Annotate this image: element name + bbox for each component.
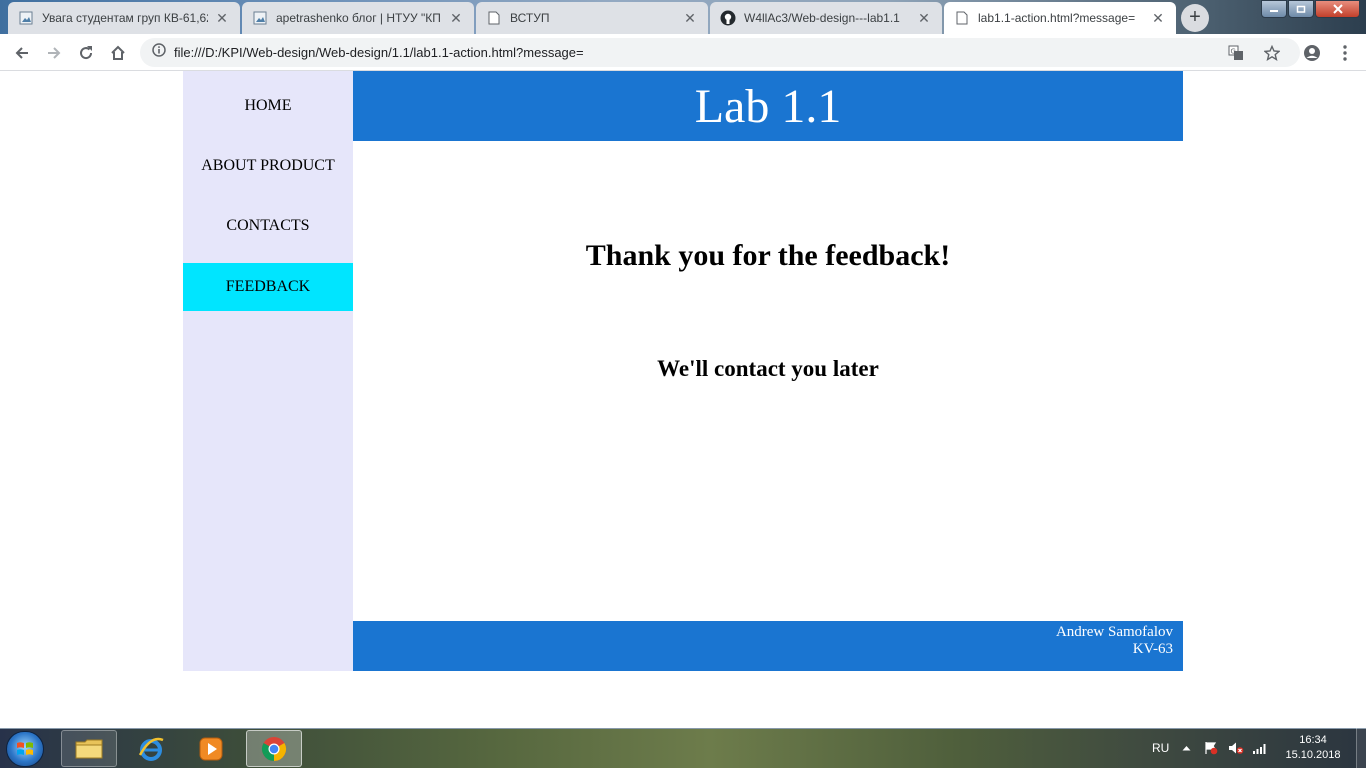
nav-item-label: HOME <box>244 97 292 114</box>
close-icon[interactable]: ✕ <box>916 10 932 27</box>
close-window-button[interactable] <box>1315 0 1360 18</box>
reload-icon[interactable] <box>72 39 100 67</box>
home-icon[interactable] <box>104 39 132 67</box>
address-url: file:///D:/KPI/Web-design/Web-design/1.1… <box>174 45 584 60</box>
browser-tab[interactable]: Увага студентам груп КВ-61,62 ✕ <box>8 2 240 34</box>
close-icon[interactable]: ✕ <box>1150 10 1166 27</box>
new-tab-button[interactable]: + <box>1181 4 1209 32</box>
browser-tabstrip: Увага студентам груп КВ-61,62 ✕ apetrash… <box>0 0 1366 34</box>
forward-icon[interactable] <box>40 39 68 67</box>
footer-group: KV-63 <box>1132 641 1173 657</box>
footer-author: Andrew Samofalov <box>1055 624 1173 640</box>
show-desktop-button[interactable] <box>1356 728 1366 768</box>
browser-tab[interactable]: ВСТУП ✕ <box>476 2 708 34</box>
language-indicator[interactable]: RU <box>1152 728 1169 768</box>
nav-item-about-product[interactable]: ABOUT PRODUCT <box>183 142 353 190</box>
browser-tab[interactable]: apetrashenko блог | НТУУ "КПІ ✕ <box>242 2 474 34</box>
address-bar[interactable]: file:///D:/KPI/Web-design/Web-design/1.1… <box>140 38 1300 67</box>
minimize-button[interactable] <box>1261 0 1287 18</box>
internet-explorer-icon[interactable] <box>123 730 179 767</box>
page-title: Lab 1.1 <box>694 79 842 133</box>
nav-item-label: ABOUT PRODUCT <box>201 157 335 174</box>
profile-icon[interactable] <box>1298 39 1326 67</box>
nav-item-home[interactable]: HOME <box>183 82 353 130</box>
browser-tab-active[interactable]: lab1.1-action.html?message= ✕ <box>944 2 1176 34</box>
page-footer: Andrew Samofalov KV-63 <box>353 621 1183 671</box>
media-player-icon[interactable] <box>183 730 239 767</box>
window-controls <box>1260 0 1360 18</box>
taskbar-clock[interactable]: 16:34 15.10.2018 <box>1278 733 1348 763</box>
language-label: RU <box>1152 741 1170 755</box>
feedback-subheading: We'll contact you later <box>657 356 879 381</box>
nav-item-contacts[interactable]: CONTACTS <box>183 202 353 250</box>
image-file-icon <box>252 10 268 26</box>
browser-tab[interactable]: W4llAc3/Web-design---lab1.1 ✕ <box>710 2 942 34</box>
close-icon[interactable]: ✕ <box>214 10 230 27</box>
start-orb-icon[interactable] <box>6 731 44 767</box>
explorer-folder-icon[interactable] <box>61 730 117 767</box>
sidebar-nav: HOME ABOUT PRODUCT CONTACTS FEEDBACK <box>183 71 353 671</box>
clock-time: 16:34 <box>1299 734 1327 746</box>
document-icon <box>954 10 970 26</box>
image-file-icon <box>18 10 34 26</box>
main-content: Thank you for the feedback! We'll contac… <box>353 141 1183 621</box>
clock-date: 15.10.2018 <box>1285 749 1341 761</box>
page-header: Lab 1.1 <box>353 71 1183 141</box>
network-signal-icon[interactable] <box>1252 728 1268 768</box>
translate-icon[interactable]: G <box>1222 39 1250 67</box>
tab-title: ВСТУП <box>510 11 550 25</box>
close-icon[interactable]: ✕ <box>448 10 464 27</box>
info-icon[interactable] <box>152 43 166 62</box>
menu-icon[interactable] <box>1331 39 1359 67</box>
bookmark-star-icon[interactable] <box>1258 39 1286 67</box>
nav-item-feedback[interactable]: FEEDBACK <box>183 263 353 311</box>
svg-text:G: G <box>1231 48 1236 56</box>
chrome-icon[interactable] <box>246 730 302 767</box>
nav-item-label: FEEDBACK <box>225 278 311 295</box>
feedback-heading: Thank you for the feedback! <box>585 239 951 272</box>
action-center-flag-icon[interactable] <box>1204 728 1218 768</box>
document-icon <box>486 10 502 26</box>
tab-title: Увага студентам груп КВ-61,62 <box>42 11 208 25</box>
tab-title: apetrashenko блог | НТУУ "КПІ <box>276 11 442 25</box>
maximize-button[interactable] <box>1288 0 1314 18</box>
tray-expand-icon[interactable] <box>1182 728 1191 768</box>
github-icon <box>720 10 736 26</box>
browser-toolbar: file:///D:/KPI/Web-design/Web-design/1.1… <box>0 34 1366 71</box>
volume-muted-icon[interactable] <box>1228 728 1244 768</box>
nav-item-label: CONTACTS <box>226 217 310 234</box>
tab-title: W4llAc3/Web-design---lab1.1 <box>744 11 900 25</box>
close-icon[interactable]: ✕ <box>682 10 698 27</box>
back-icon[interactable] <box>8 39 36 67</box>
tab-title: lab1.1-action.html?message= <box>978 11 1136 25</box>
